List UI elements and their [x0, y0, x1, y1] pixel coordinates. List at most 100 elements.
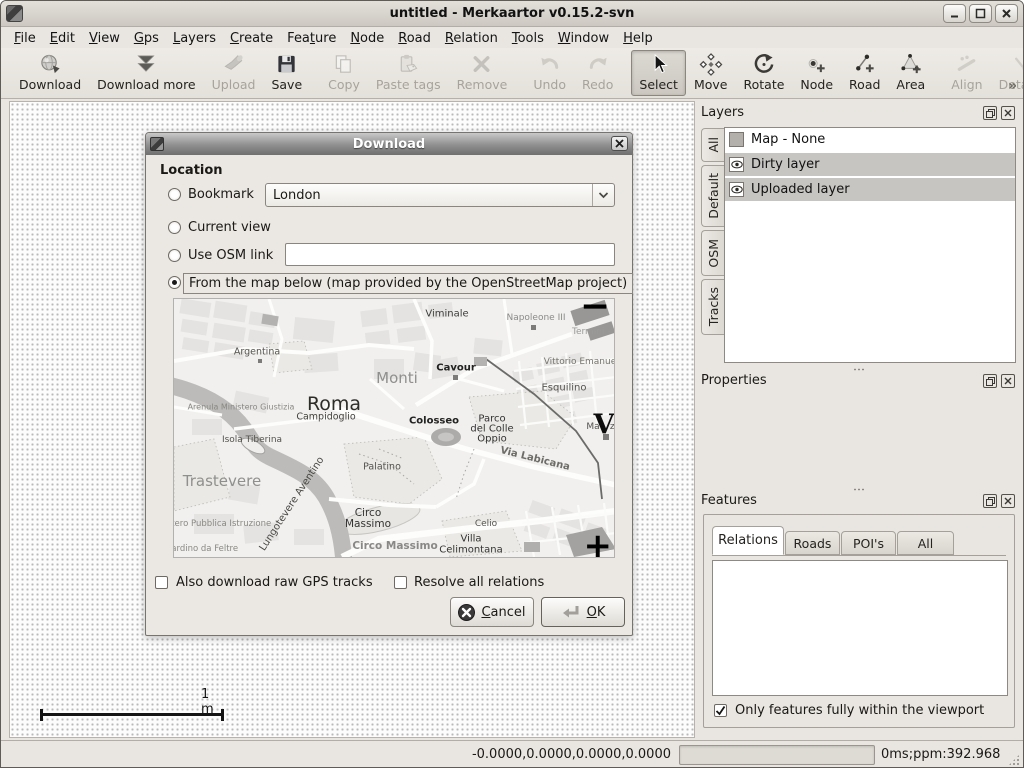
resize-grip[interactable] [1008, 754, 1020, 766]
menu-layers[interactable]: Layers [166, 30, 223, 47]
move-icon [699, 53, 723, 76]
undo-icon [538, 53, 562, 76]
layers-tab-osm[interactable]: OSM [701, 230, 724, 276]
layer-row-map-none[interactable]: Map - None [725, 128, 1015, 151]
menu-window[interactable]: Window [551, 30, 616, 47]
eye-icon[interactable] [729, 182, 744, 197]
map-canvas[interactable]: 1 m Download Location Bookmark London [9, 101, 695, 738]
title-bar: untitled - Merkaartor v0.15.2-svn [1, 1, 1023, 27]
properties-panel-title: Properties [701, 373, 767, 388]
gps-tracks-checkbox[interactable] [155, 576, 168, 589]
layers-tab-tracks[interactable]: Tracks [701, 279, 724, 335]
properties-panel-header: Properties [701, 373, 1017, 393]
viewport-filter-checkbox[interactable] [714, 704, 727, 717]
tab-roads[interactable]: Roads [785, 531, 840, 555]
menu-tools[interactable]: Tools [505, 30, 551, 47]
menu-feature[interactable]: Feature [280, 30, 343, 47]
node-tool-button[interactable]: Node [792, 50, 841, 96]
undo-button: Undo [525, 50, 574, 96]
download-more-button[interactable]: Download more [89, 50, 204, 96]
eye-icon[interactable] [729, 157, 744, 172]
layers-tab-default[interactable]: Default [701, 165, 724, 227]
layers-tab-all[interactable]: All [701, 128, 724, 162]
menu-relation[interactable]: Relation [438, 30, 505, 47]
select-tool-button[interactable]: Select [631, 50, 686, 96]
toolbar-label: Road [849, 77, 880, 92]
close-icon [1001, 8, 1012, 19]
feature-list[interactable] [712, 560, 1008, 696]
layers-panel-title: Layers [701, 105, 744, 120]
layers-close-button[interactable] [1001, 106, 1015, 120]
map-zoom-out-control[interactable]: − [580, 298, 610, 325]
close-button[interactable] [995, 4, 1018, 23]
layer-swatch-icon[interactable] [729, 132, 744, 147]
tab-pois[interactable]: POI's [841, 531, 896, 555]
features-close-button[interactable] [1001, 494, 1015, 508]
viewport-filter-label: Only features fully within the viewport [735, 703, 984, 718]
resolve-relations-checkbox[interactable] [394, 576, 407, 589]
copy-icon [332, 53, 356, 76]
current-view-radio[interactable] [168, 221, 181, 234]
maximize-button[interactable] [969, 4, 992, 23]
cancel-icon [458, 604, 475, 621]
minimize-icon [949, 8, 960, 19]
dialog-title-bar[interactable]: Download [146, 133, 632, 155]
tab-relations[interactable]: Relations [712, 526, 784, 555]
dock-splitter[interactable] [701, 365, 1017, 373]
from-map-radio-label[interactable]: From the map below (map provided by the … [183, 273, 633, 294]
map-place-label: Arenula Ministero Giustizia [188, 403, 295, 412]
layer-label: Dirty layer [751, 157, 820, 172]
layers-panel: All Default OSM Tracks Map - None Dirty … [701, 127, 1017, 363]
upload-button: Upload [204, 50, 264, 96]
features-float-button[interactable] [983, 494, 997, 508]
menu-create[interactable]: Create [223, 30, 280, 47]
dock-splitter[interactable] [701, 485, 1017, 493]
menu-file[interactable]: File [7, 30, 43, 47]
rotate-tool-button[interactable]: Rotate [735, 50, 792, 96]
dialog-close-button[interactable] [611, 136, 628, 151]
save-button[interactable]: Save [263, 50, 310, 96]
download-button[interactable]: Download [11, 50, 89, 96]
osm-map[interactable]: − + ViminaleNapoleone IIITermini - LaArg… [173, 298, 615, 558]
features-panel-title: Features [701, 493, 757, 508]
map-place-label: Celio [475, 519, 497, 529]
cancel-button[interactable]: Cancel [450, 597, 534, 627]
menu-node[interactable]: Node [343, 30, 391, 47]
status-bar: -0.0000,0.0000,0.0000,0.0000 0ms;ppm:392… [1, 740, 1023, 768]
from-map-radio[interactable] [168, 276, 181, 289]
menu-gps[interactable]: Gps [127, 30, 166, 47]
tab-all[interactable]: All [897, 531, 954, 555]
toolbar-overflow-chevron[interactable]: » [1008, 78, 1017, 94]
upload-icon [222, 53, 246, 76]
map-place-label: Vittorio Emanuele [544, 357, 615, 367]
menu-edit[interactable]: Edit [43, 30, 82, 47]
properties-float-button[interactable] [983, 374, 997, 388]
map-place-label: Villa [460, 534, 481, 545]
menu-view[interactable]: View [82, 30, 127, 47]
bookmark-radio[interactable] [168, 188, 181, 201]
remove-button: Remove [449, 50, 516, 96]
area-tool-button[interactable]: Area [888, 50, 933, 96]
app-window: untitled - Merkaartor v0.15.2-svn File E… [0, 0, 1024, 768]
ok-return-icon [561, 604, 581, 620]
layer-row-dirty[interactable]: Dirty layer [725, 153, 1015, 176]
progress-bar [679, 745, 875, 765]
map-place-label: Massimo [345, 518, 391, 530]
menu-help[interactable]: Help [616, 30, 660, 47]
map-zoom-in-control[interactable]: + [584, 529, 613, 558]
bookmark-combobox[interactable]: London [265, 183, 615, 207]
osm-link-radio[interactable] [168, 249, 181, 262]
minimize-button[interactable] [943, 4, 966, 23]
layer-row-uploaded[interactable]: Uploaded layer [725, 178, 1015, 201]
ok-button[interactable]: OK [541, 597, 625, 627]
menu-road[interactable]: Road [391, 30, 438, 47]
layer-list: Map - None Dirty layer Uploaded layer [724, 127, 1016, 363]
move-tool-button[interactable]: Move [686, 50, 736, 96]
road-tool-button[interactable]: Road [841, 50, 888, 96]
osm-link-input[interactable] [285, 243, 615, 266]
properties-close-button[interactable] [1001, 374, 1015, 388]
area-icon [899, 53, 923, 76]
scale-label: 1 m [201, 687, 221, 717]
layers-float-button[interactable] [983, 106, 997, 120]
road-icon [853, 53, 877, 76]
